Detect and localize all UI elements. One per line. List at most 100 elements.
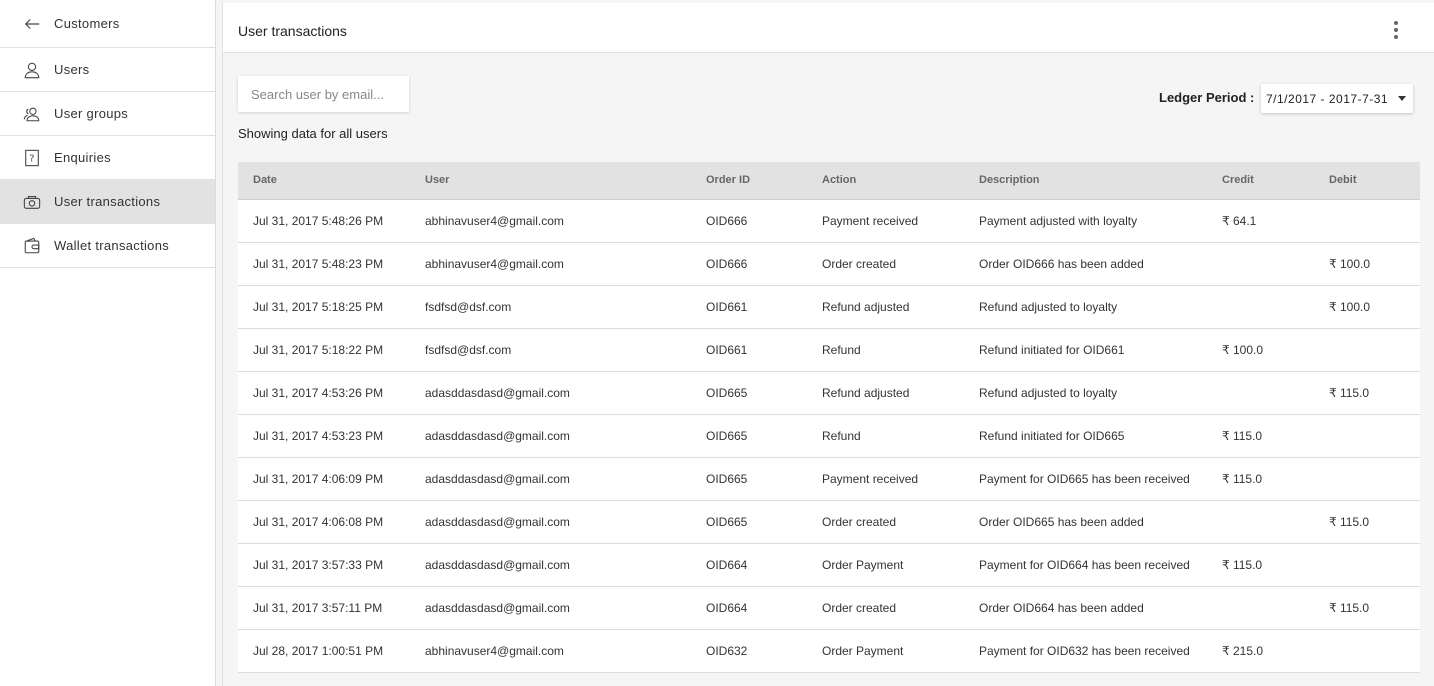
sidebar: Customers Users User groups ? Enquiries …	[0, 0, 216, 686]
cell-debit: ₹ 115.0	[1329, 514, 1370, 529]
table-row[interactable]: Jul 31, 2017 5:18:22 PM fsdfsd@dsf.com OID…	[238, 328, 1420, 371]
cell-order-id: OID632	[706, 643, 748, 658]
cell-credit: ₹ 100.0	[1222, 342, 1263, 357]
table-header-row: Date User Order ID Action Description Credit D…	[238, 162, 1420, 200]
back-link-label: Customers	[54, 16, 120, 31]
sidebar-item-user-transactions[interactable]: User transactions	[0, 180, 215, 224]
cell-user: adasddasdasd@gmail.com	[425, 471, 570, 486]
cell-description: Refund initiated for OID665	[979, 428, 1125, 443]
transactions-table: Date User Order ID Action Description Credit D…	[238, 162, 1420, 673]
sidebar-item-users[interactable]: Users	[0, 48, 215, 92]
cell-description: Payment adjusted with loyalty	[979, 213, 1138, 228]
cell-order-id: OID665	[706, 385, 748, 400]
cell-action: Order created	[822, 256, 897, 271]
cell-date: Jul 31, 2017 3:57:33 PM	[253, 557, 384, 572]
table-row[interactable]: Jul 31, 2017 4:06:08 PM adasddasdasd@gmai…	[238, 500, 1420, 543]
cell-order-id: OID665	[706, 471, 748, 486]
cell-credit	[1207, 371, 1314, 414]
cell-date: Jul 31, 2017 5:48:26 PM	[253, 213, 384, 228]
ledger-period-value: 7/1/2017 - 2017-7-31	[1266, 91, 1389, 106]
table-row[interactable]: Jul 28, 2017 1:00:51 PM abhinavuser4@gmai…	[238, 629, 1420, 672]
cell-credit: ₹ 115.0	[1222, 428, 1263, 443]
cell-debit	[1314, 199, 1420, 242]
cell-credit: ₹ 115.0	[1222, 471, 1263, 486]
transaction-icon	[22, 192, 42, 212]
column-header-order-id[interactable]: Order ID	[691, 162, 807, 200]
table-row[interactable]: Jul 31, 2017 4:06:09 PM adasddasdasd@gmai…	[238, 457, 1420, 500]
more-vert-icon[interactable]	[1386, 18, 1406, 42]
cell-credit	[1207, 500, 1314, 543]
cell-order-id: OID666	[706, 213, 748, 228]
sidebar-item-label: Wallet transactions	[54, 238, 170, 253]
search-input[interactable]	[238, 76, 409, 112]
column-header-description[interactable]: Description	[964, 162, 1207, 200]
showing-data-text: Showing data for all users	[238, 126, 388, 141]
cell-action: Order Payment	[822, 643, 904, 658]
table-row[interactable]: Jul 31, 2017 4:53:26 PM adasddasdasd@gmai…	[238, 371, 1420, 414]
cell-credit	[1207, 586, 1314, 629]
dropdown-caret-icon	[1398, 96, 1406, 101]
cell-description: Payment for OID665 has been received	[979, 471, 1190, 486]
sidebar-item-label: User groups	[54, 106, 129, 121]
question-box-icon: ?	[22, 148, 42, 168]
table-row[interactable]: Jul 31, 2017 5:48:26 PM abhinavuser4@gmai…	[238, 199, 1420, 242]
cell-user: fsdfsd@dsf.com	[425, 342, 512, 357]
page-title: User transactions	[238, 23, 347, 39]
cell-credit	[1207, 242, 1314, 285]
ledger-period-label: Ledger Period :	[1159, 90, 1255, 105]
cell-description: Refund initiated for OID661	[979, 342, 1125, 357]
header-bar: User transactions	[223, 3, 1434, 53]
cell-action: Refund	[822, 428, 861, 443]
sidebar-item-user-groups[interactable]: User groups	[0, 92, 215, 136]
cell-action: Refund adjusted	[822, 385, 910, 400]
cell-user: abhinavuser4@gmail.com	[425, 643, 564, 658]
cell-date: Jul 31, 2017 5:18:25 PM	[253, 299, 384, 314]
table-row[interactable]: Jul 31, 2017 5:48:23 PM abhinavuser4@gmai…	[238, 242, 1420, 285]
column-header-debit[interactable]: Debit	[1314, 162, 1420, 200]
table-row[interactable]: Jul 31, 2017 3:57:33 PM adasddasdasd@gmai…	[238, 543, 1420, 586]
cell-date: Jul 31, 2017 4:06:08 PM	[253, 514, 384, 529]
cell-description: Refund adjusted to loyalty	[979, 299, 1118, 314]
cell-order-id: OID665	[706, 428, 748, 443]
cell-credit: ₹ 64.1	[1222, 213, 1257, 228]
cell-action: Payment received	[822, 471, 919, 486]
column-header-credit[interactable]: Credit	[1207, 162, 1314, 200]
sidebar-item-wallet-transactions[interactable]: Wallet transactions	[0, 224, 215, 268]
cell-debit	[1314, 629, 1420, 672]
cell-description: Payment for OID664 has been received	[979, 557, 1190, 572]
table-row[interactable]: Jul 31, 2017 3:57:11 PM adasddasdasd@gmai…	[238, 586, 1420, 629]
ledger-period-select[interactable]: 7/1/2017 - 2017-7-31	[1261, 84, 1413, 113]
cell-user: adasddasdasd@gmail.com	[425, 514, 570, 529]
arrow-left-icon	[22, 14, 42, 34]
svg-text:?: ?	[29, 153, 35, 164]
column-header-action[interactable]: Action	[807, 162, 964, 200]
cell-user: fsdfsd@dsf.com	[425, 299, 512, 314]
column-header-date[interactable]: Date	[238, 162, 410, 200]
cell-debit	[1314, 457, 1420, 500]
back-to-customers-link[interactable]: Customers	[0, 0, 215, 48]
cell-user: adasddasdasd@gmail.com	[425, 557, 570, 572]
column-header-user[interactable]: User	[410, 162, 691, 200]
cell-action: Order created	[822, 600, 897, 615]
wallet-icon	[22, 236, 42, 256]
sidebar-item-label: Enquiries	[54, 150, 111, 165]
table-row[interactable]: Jul 31, 2017 4:53:23 PM adasddasdasd@gmai…	[238, 414, 1420, 457]
cell-order-id: OID666	[706, 256, 748, 271]
cell-order-id: OID665	[706, 514, 748, 529]
cell-debit: ₹ 100.0	[1329, 299, 1370, 314]
cell-description: Order OID664 has been added	[979, 600, 1144, 615]
cell-order-id: OID661	[706, 342, 748, 357]
sidebar-item-enquiries[interactable]: ? Enquiries	[0, 136, 215, 180]
cell-credit: ₹ 115.0	[1222, 557, 1263, 572]
cell-action: Order Payment	[822, 557, 904, 572]
cell-debit: ₹ 115.0	[1329, 385, 1370, 400]
cell-date: Jul 31, 2017 5:48:23 PM	[253, 256, 384, 271]
cell-debit	[1314, 414, 1420, 457]
cell-credit	[1207, 285, 1314, 328]
cell-action: Refund	[822, 342, 861, 357]
cell-user: adasddasdasd@gmail.com	[425, 600, 570, 615]
cell-action: Order created	[822, 514, 897, 529]
cell-credit: ₹ 215.0	[1222, 643, 1263, 658]
cell-date: Jul 31, 2017 5:18:22 PM	[253, 342, 384, 357]
table-row[interactable]: Jul 31, 2017 5:18:25 PM fsdfsd@dsf.com OID…	[238, 285, 1420, 328]
